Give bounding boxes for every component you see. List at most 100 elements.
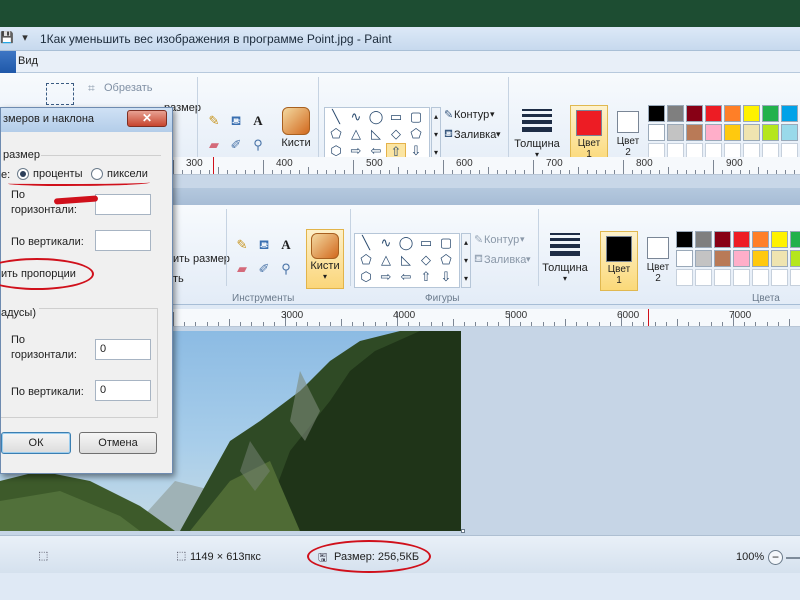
outline-icon[interactable]: ✎ [444, 108, 453, 121]
outline-button[interactable]: Контур [484, 234, 519, 246]
pixels-label[interactable]: пиксели [107, 168, 148, 180]
quick-access-dropdown-icon[interactable]: ▾ [18, 31, 32, 45]
palette-swatch[interactable] [752, 231, 769, 248]
palette-swatch[interactable] [762, 105, 779, 122]
palette-swatch[interactable] [781, 105, 798, 122]
rotate-button-secondary[interactable]: ть [173, 273, 184, 285]
palette-swatch[interactable] [714, 250, 731, 267]
fill-dropdown-icon[interactable]: ▾ [526, 254, 531, 265]
palette-swatch[interactable] [743, 105, 760, 122]
color-picker-icon[interactable]: ✐ [226, 135, 246, 155]
palette-swatch[interactable] [648, 105, 665, 122]
save-icon[interactable]: 💾 [0, 31, 14, 45]
palette-swatch[interactable] [724, 105, 741, 122]
palette-swatch[interactable] [724, 124, 741, 141]
select-icon[interactable] [46, 83, 74, 105]
zoom-out-button[interactable]: − [768, 550, 783, 565]
palette-swatch[interactable] [781, 124, 798, 141]
palette-swatch[interactable] [667, 105, 684, 122]
shapes-scroll-icon[interactable]: ▴ ▾ ▾ [461, 233, 471, 288]
triangle-shape-icon[interactable]: △ [346, 126, 366, 143]
palette-swatch[interactable] [762, 124, 779, 141]
diamond-shape-icon[interactable]: ◇ [386, 126, 406, 143]
palette-swatch[interactable] [695, 269, 712, 286]
pixels-radio[interactable] [91, 168, 103, 180]
color1-button[interactable]: Цвет 1 [600, 231, 638, 291]
palette-swatch[interactable] [771, 250, 788, 267]
cancel-button[interactable]: Отмена [79, 432, 157, 454]
magnifier-icon[interactable]: ⚲ [276, 259, 296, 279]
oval-shape-icon[interactable]: ◯ [366, 109, 386, 126]
arrow-right-shape-icon[interactable]: ⇨ [376, 269, 396, 286]
palette-swatch[interactable] [648, 124, 665, 141]
brushes-button[interactable]: Кисти [280, 107, 312, 163]
outline-dropdown-icon[interactable]: ▾ [490, 109, 495, 120]
percent-label[interactable]: проценты [33, 168, 83, 180]
palette-swatch[interactable] [752, 250, 769, 267]
fill-icon[interactable]: ⛾ [474, 253, 483, 267]
fill-bucket-icon[interactable]: ⛾ [254, 235, 274, 255]
dialog-close-button[interactable]: ✕ [127, 110, 167, 127]
palette-swatch[interactable] [686, 105, 703, 122]
pentagon-shape-icon[interactable]: ⬠ [406, 126, 426, 143]
rectangle-shape-icon[interactable]: ▭ [386, 109, 406, 126]
brushes-button[interactable]: Кисти ▾ [306, 229, 344, 289]
hexagon-shape-icon[interactable]: ⬡ [356, 269, 376, 286]
palette-swatch[interactable] [695, 231, 712, 248]
palette-swatch[interactable] [771, 269, 788, 286]
eraser-icon[interactable]: ▰ [232, 259, 252, 279]
outline-dropdown-icon[interactable]: ▾ [520, 234, 525, 245]
pentagon-shape-icon[interactable]: ⬠ [436, 252, 456, 269]
rounded-rect-shape-icon[interactable]: ▢ [406, 109, 426, 126]
curve-shape-icon[interactable]: ∿ [346, 109, 366, 126]
palette-swatch[interactable] [733, 250, 750, 267]
palette-swatch[interactable] [686, 124, 703, 141]
thickness-button[interactable]: Толщина ▾ [542, 231, 588, 291]
fill-bucket-icon[interactable]: ⛾ [226, 111, 246, 131]
palette-swatch[interactable] [733, 231, 750, 248]
palette-swatch[interactable] [733, 269, 750, 286]
pencil-icon[interactable]: ✎ [232, 235, 252, 255]
text-icon[interactable]: A [248, 111, 268, 131]
tab-file[interactable] [0, 51, 16, 73]
fill-button[interactable]: Заливка [484, 254, 526, 266]
fill-button[interactable]: Заливка [454, 129, 496, 141]
triangle-shape-icon[interactable]: △ [376, 252, 396, 269]
palette-swatch[interactable] [676, 250, 693, 267]
pencil-icon[interactable]: ✎ [204, 111, 224, 131]
palette-swatch[interactable] [790, 231, 800, 248]
palette-swatch[interactable] [714, 231, 731, 248]
color2-button[interactable]: Цвет 2 [642, 231, 674, 291]
arrow-down-shape-icon[interactable]: ⇩ [436, 269, 456, 286]
percent-radio[interactable] [17, 168, 29, 180]
polygon-shape-icon[interactable]: ⬠ [356, 252, 376, 269]
magnifier-icon[interactable]: ⚲ [248, 135, 268, 155]
palette-swatch[interactable] [743, 124, 760, 141]
arrow-left-shape-icon[interactable]: ⇦ [396, 269, 416, 286]
tab-view[interactable]: Вид [18, 55, 38, 67]
shapes-gallery[interactable]: ╲ ∿ ◯ ▭ ▢ ⬠ △ ◺ ◇ ⬠ ⬡ ⇨ ⇦ ⇧ ⇩ [324, 107, 430, 162]
color2-button[interactable]: Цвет 2 [612, 105, 644, 163]
rectangle-shape-icon[interactable]: ▭ [416, 235, 436, 252]
fill-dropdown-icon[interactable]: ▾ [496, 129, 501, 140]
palette-swatch[interactable] [705, 105, 722, 122]
rounded-rect-shape-icon[interactable]: ▢ [436, 235, 456, 252]
palette-swatch[interactable] [705, 124, 722, 141]
palette-swatch[interactable] [714, 269, 731, 286]
eraser-icon[interactable]: ▰ [204, 135, 224, 155]
oval-shape-icon[interactable]: ◯ [396, 235, 416, 252]
line-shape-icon[interactable]: ╲ [356, 235, 376, 252]
outline-icon[interactable]: ✎ [474, 233, 483, 246]
palette-swatch[interactable] [790, 250, 800, 267]
resize-button-secondary[interactable]: ить размер [173, 253, 230, 265]
color-picker-icon[interactable]: ✐ [254, 259, 274, 279]
ok-button[interactable]: ОК [1, 432, 71, 454]
shapes-gallery[interactable]: ╲ ∿ ◯ ▭ ▢ ⬠ △ ◺ ◇ ⬠ ⬡ ⇨ ⇦ ⇧ ⇩ [354, 233, 460, 288]
outline-button[interactable]: Контур [454, 109, 489, 121]
text-icon[interactable]: A [276, 235, 296, 255]
horizontal-resize-input[interactable] [95, 194, 151, 215]
crop-button[interactable]: Обрезать [104, 82, 153, 94]
polygon-shape-icon[interactable]: ⬠ [326, 126, 346, 143]
skew-vertical-input[interactable]: 0 [95, 380, 151, 401]
palette-swatch[interactable] [676, 231, 693, 248]
